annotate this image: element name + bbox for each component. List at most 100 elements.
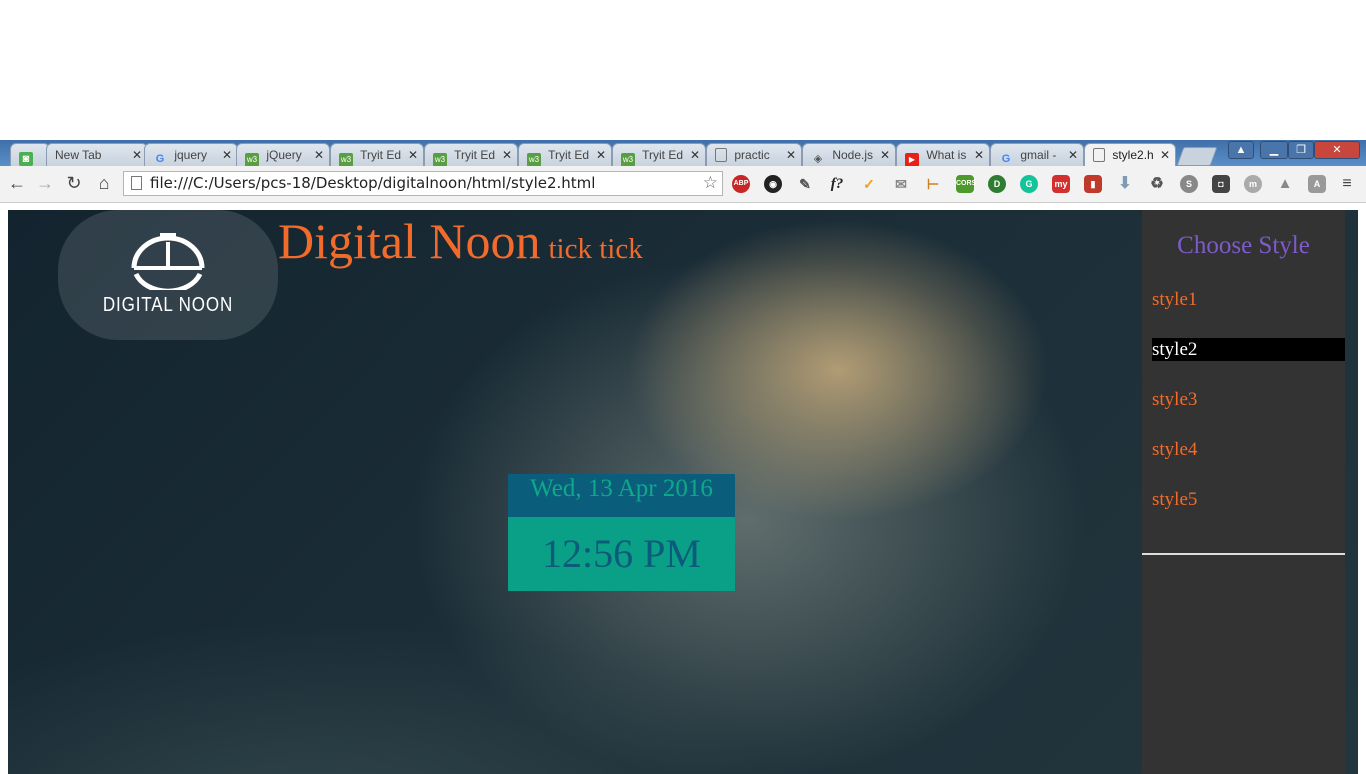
ruler-icon[interactable]: ⊢ (924, 175, 942, 193)
tab-tryit-2[interactable]: w3 Tryit Ed ✕ (424, 143, 518, 166)
clock-time: 12:56 PM (508, 517, 735, 591)
tab-tryit-3[interactable]: w3 Tryit Ed ✕ (518, 143, 612, 166)
close-icon[interactable]: ✕ (880, 144, 890, 166)
profile-icon[interactable]: ▲ (1228, 141, 1254, 159)
style-panel: Choose Style style1 style2 style3 style4… (1142, 210, 1345, 774)
star-icon[interactable]: ☆ (703, 172, 718, 195)
minimize-button[interactable]: ▁ (1260, 141, 1288, 159)
close-icon[interactable]: ✕ (408, 144, 418, 166)
w3schools-icon: w3 (339, 153, 353, 166)
panel-title: Choose Style (1177, 232, 1310, 259)
tab-label: New Tab (55, 148, 102, 162)
close-icon[interactable]: ✕ (786, 144, 796, 166)
style-option-5[interactable]: style5 (1152, 488, 1345, 511)
tab-jquery-search[interactable]: G jquery ✕ (144, 143, 238, 166)
close-icon[interactable]: ✕ (1068, 144, 1078, 166)
close-icon[interactable]: ✕ (974, 144, 984, 166)
close-icon[interactable]: ✕ (222, 144, 232, 166)
close-icon[interactable]: ✕ (596, 144, 606, 166)
google-icon: G (155, 153, 165, 165)
adblock-icon[interactable]: ABP (732, 175, 750, 193)
tab-youtube[interactable]: ▶ What is ✕ (896, 143, 990, 166)
w3schools-icon: w3 (245, 153, 259, 166)
reload-icon[interactable]: ↻ (63, 173, 85, 194)
close-window-button[interactable]: ✕ (1314, 141, 1360, 159)
digital-clock: Wed, 13 Apr 2016 12:56 PM (508, 474, 735, 591)
tab-label: style2.h (1112, 148, 1154, 162)
back-icon[interactable]: ← (6, 173, 28, 194)
panel-divider (1142, 553, 1345, 555)
book-icon[interactable]: ▮ (1084, 175, 1102, 193)
tab-label: practic (734, 148, 770, 162)
page-title: Digital Noon tick tick (278, 212, 643, 270)
style-option-2[interactable]: style2 (1152, 338, 1345, 361)
google-icon: G (1001, 153, 1011, 165)
new-tab-button[interactable] (1176, 147, 1218, 166)
clock-date: Wed, 13 Apr 2016 (508, 474, 735, 517)
close-icon[interactable]: ✕ (502, 144, 512, 166)
style-option-4[interactable]: style4 (1152, 438, 1345, 461)
tab-strip: ◙ New Tab ✕ G jquery ✕ w3 jQuery ✕ w3 Tr… (0, 140, 1366, 166)
cors-icon[interactable]: CORS (956, 175, 976, 193)
address-text: file:///C:/Users/pcs-18/Desktop/digitaln… (150, 174, 596, 192)
w3schools-icon: w3 (433, 153, 447, 166)
app-icon: ◙ (19, 152, 33, 166)
style-option-3[interactable]: style3 (1152, 388, 1345, 411)
site-subtitle: tick tick (548, 233, 643, 265)
tab-label: jQuery (266, 148, 302, 162)
tab-practice[interactable]: practic ✕ (706, 143, 802, 166)
close-icon[interactable]: ✕ (314, 144, 324, 166)
style-option-1[interactable]: style1 (1152, 288, 1345, 311)
tab-label: jquery (174, 148, 208, 162)
w3schools-icon: w3 (621, 153, 635, 166)
tab-label: Tryit Ed (360, 148, 402, 162)
page-viewport: DIGITAL NOON Digital Noon tick tick Wed, … (8, 210, 1358, 774)
eyedropper-icon[interactable]: ✎ (796, 175, 814, 193)
browser-toolbar: ← → ↻ ⌂ file:///C:/Users/pcs-18/Desktop/… (0, 166, 1366, 203)
tab-app[interactable]: ◙ (10, 143, 50, 166)
nodejs-icon: ◈ (813, 153, 823, 165)
menu-icon[interactable]: ≡ (1338, 175, 1356, 193)
download-icon[interactable]: ⬇ (1116, 175, 1134, 193)
angular-icon[interactable]: A (1308, 175, 1326, 193)
forward-icon[interactable]: → (34, 173, 56, 194)
logo-text: DIGITAL NOON (102, 294, 234, 316)
tab-gmail[interactable]: G gmail - ✕ (990, 143, 1084, 166)
tab-nodejs[interactable]: ◈ Node.js ✕ (802, 143, 896, 166)
w3schools-icon: w3 (527, 153, 541, 166)
mail-icon[interactable]: ✉ (892, 175, 910, 193)
close-icon[interactable]: ✕ (132, 144, 142, 166)
tab-style2[interactable]: style2.h ✕ (1084, 143, 1176, 166)
colorzilla-icon[interactable]: ◉ (764, 175, 782, 193)
logo[interactable]: DIGITAL NOON (58, 210, 278, 340)
check-icon[interactable]: ✓ (860, 175, 878, 193)
tab-new-tab[interactable]: New Tab ✕ (46, 143, 148, 166)
address-bar[interactable]: file:///C:/Users/pcs-18/Desktop/digitaln… (123, 171, 723, 196)
site-title: Digital Noon (278, 213, 541, 269)
tab-label: Tryit Ed (642, 148, 684, 162)
home-icon[interactable]: ⌂ (93, 173, 115, 194)
close-icon[interactable]: ✕ (1160, 144, 1170, 166)
skype-icon[interactable]: S (1180, 175, 1198, 193)
maximize-button[interactable]: ❐ (1288, 141, 1314, 159)
page-icon (1093, 148, 1105, 162)
font-finder-icon[interactable]: f? (828, 175, 846, 193)
tab-tryit-1[interactable]: w3 Tryit Ed ✕ (330, 143, 424, 166)
close-icon[interactable]: ✕ (690, 144, 700, 166)
grammarly-icon[interactable]: G (1020, 175, 1038, 193)
tab-label: What is (926, 148, 967, 162)
counter-icon[interactable]: D (988, 175, 1006, 193)
shield-icon[interactable]: ◘ (1212, 175, 1230, 193)
page-icon (715, 148, 727, 162)
drive-icon[interactable]: ▲ (1276, 175, 1294, 193)
tab-label: Tryit Ed (548, 148, 590, 162)
recycle-icon[interactable]: ♻ (1148, 175, 1166, 193)
m-icon[interactable]: m (1244, 175, 1262, 193)
tab-tryit-4[interactable]: w3 Tryit Ed ✕ (612, 143, 706, 166)
tab-jquery[interactable]: w3 jQuery ✕ (236, 143, 330, 166)
my-icon[interactable]: my (1052, 175, 1070, 193)
page-icon (131, 176, 142, 190)
youtube-icon: ▶ (905, 153, 919, 166)
tab-label: Node.js (832, 148, 874, 162)
tab-label: gmail - (1020, 148, 1057, 162)
